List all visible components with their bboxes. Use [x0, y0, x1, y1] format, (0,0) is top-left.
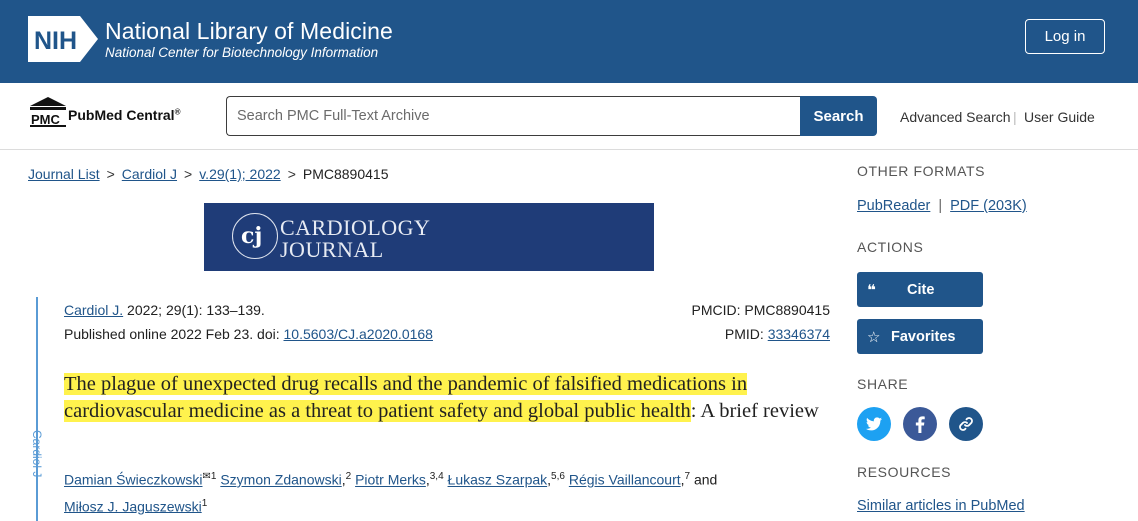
pmid-link[interactable]: 33346374: [768, 326, 830, 342]
similar-articles-link[interactable]: Similar articles in PubMed: [857, 498, 1025, 514]
citation-journal-link[interactable]: Cardiol J.: [64, 302, 123, 318]
title-highlighted: The plague of unexpected drug recalls an…: [64, 373, 748, 422]
actions-heading: ACTIONS: [857, 239, 924, 255]
twitter-icon: [866, 417, 882, 431]
quote-icon: ❝: [867, 281, 876, 299]
published-text: Published online 2022 Feb 23. doi:: [64, 326, 284, 342]
article-side-label: Cardiol J: [30, 430, 44, 478]
title-rest: : A brief review: [690, 400, 819, 422]
link-share-button[interactable]: [949, 407, 983, 441]
author-link[interactable]: Łukasz Szarpak: [448, 472, 548, 488]
pmc-logo-text: PubMed Central: [68, 107, 175, 123]
breadcrumb: Journal List > Cardiol J > v.29(1); 2022 > PMC…: [28, 166, 389, 182]
author-affiliation: 1: [201, 497, 208, 509]
login-button[interactable]: Log in: [1025, 19, 1105, 54]
author-link[interactable]: Piotr Merks: [355, 472, 426, 488]
email-icon[interactable]: ✉: [202, 471, 210, 482]
search-button[interactable]: Search: [800, 96, 877, 136]
ncbi-subtitle: National Center for Biotechnology Inform…: [105, 45, 379, 60]
favorites-button[interactable]: ☆ Favorites: [857, 319, 983, 354]
breadcrumb-journal[interactable]: Cardiol J: [122, 166, 177, 182]
pmcid-value: PMC8890415: [744, 302, 830, 318]
author-link[interactable]: Damian Świeczkowski: [64, 472, 202, 488]
journal-name-line2: JOURNAL: [280, 237, 384, 262]
author-affiliation: 7: [684, 471, 691, 482]
citation-line: Cardiol J. 2022; 29(1): 133–139.: [64, 302, 265, 318]
resources-heading: RESOURCES: [857, 464, 952, 480]
author-affiliation: 2: [345, 471, 352, 482]
user-guide-link[interactable]: User Guide: [1024, 109, 1095, 125]
divider: |: [1013, 109, 1017, 125]
breadcrumb-issue[interactable]: v.29(1); 2022: [199, 166, 280, 182]
share-heading: SHARE: [857, 376, 909, 392]
facebook-share-button[interactable]: [903, 407, 937, 441]
breadcrumb-current: PMC8890415: [302, 166, 389, 182]
nih-header: NIH National Library of Medicine Nationa…: [0, 0, 1138, 83]
author-affiliation: 5,6: [551, 471, 565, 482]
published-line: Published online 2022 Feb 23. doi: 10.56…: [64, 326, 433, 342]
author-affiliation: 3,4: [429, 471, 444, 482]
journal-banner[interactable]: cj CARDIOLOGY JOURNAL: [204, 203, 654, 271]
pmc-building-icon: PMC: [30, 97, 66, 127]
advanced-search-link[interactable]: Advanced Search: [900, 109, 1011, 125]
svg-text:NIH: NIH: [34, 27, 77, 55]
format-links: PubReader | PDF (203K): [857, 198, 1027, 214]
svg-text:PMC: PMC: [31, 112, 61, 127]
doi-link[interactable]: 10.5603/CJ.a2020.0168: [284, 326, 433, 342]
pmc-logo[interactable]: PMC PubMed Central®: [28, 96, 188, 128]
cite-button[interactable]: ❝ Cite: [857, 272, 983, 307]
author-link[interactable]: Szymon Zdanowski: [220, 472, 341, 488]
article-side-rule: [36, 297, 38, 521]
nih-logo-icon[interactable]: NIH: [28, 16, 98, 62]
pdf-link[interactable]: PDF (203K): [950, 198, 1027, 214]
twitter-share-button[interactable]: [857, 407, 891, 441]
link-icon: [959, 417, 973, 431]
header-divider: [0, 149, 1138, 150]
article-title: The plague of unexpected drug recalls an…: [64, 371, 834, 425]
search-input[interactable]: [226, 96, 801, 136]
author-link[interactable]: Régis Vaillancourt: [569, 472, 681, 488]
author-affiliation: ✉1: [202, 471, 217, 482]
author-list: Damian Świeczkowski✉1 Szymon Zdanowski,2…: [64, 471, 718, 515]
and-word: and: [693, 471, 718, 488]
star-icon: ☆: [867, 328, 881, 346]
author-link[interactable]: Miłosz J. Jaguszewski: [64, 498, 202, 514]
citation-details: 2022; 29(1): 133–139.: [123, 302, 265, 318]
pmid: PMID: 33346374: [724, 326, 830, 342]
facebook-icon: [915, 415, 925, 433]
pubreader-link[interactable]: PubReader: [857, 198, 930, 214]
pmcid: PMCID: PMC8890415: [691, 302, 830, 318]
breadcrumb-journal-list[interactable]: Journal List: [28, 166, 100, 182]
other-formats-heading: OTHER FORMATS: [857, 163, 986, 179]
nlm-title[interactable]: National Library of Medicine: [105, 18, 393, 45]
journal-abbr: cj: [241, 223, 263, 249]
